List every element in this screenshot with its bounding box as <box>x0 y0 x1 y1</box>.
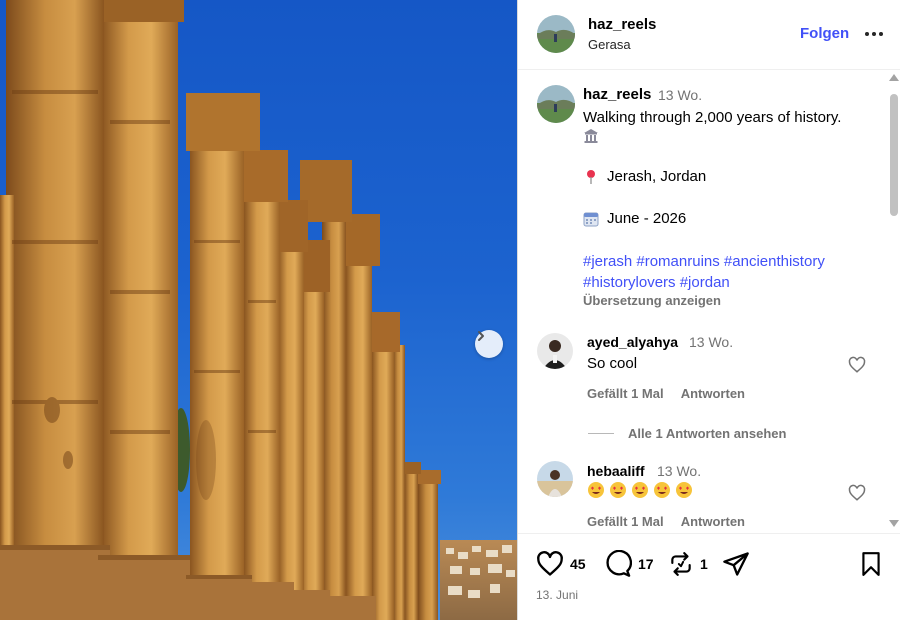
comment-reply-button[interactable]: Antworten <box>681 386 745 401</box>
more-options-button[interactable] <box>862 22 886 46</box>
hashtag-link[interactable]: #romanruins <box>636 253 719 270</box>
caption-location-line: Jerash, Jordan <box>583 168 706 185</box>
caption-text: Walking through 2,000 years of history. <box>583 109 842 126</box>
repost-count[interactable]: 1 <box>700 556 708 572</box>
scroll-down-arrow-icon[interactable] <box>889 520 899 527</box>
classical-building-icon <box>584 129 598 143</box>
caption-date-text: June - 2026 <box>607 210 687 227</box>
commenter-avatar[interactable] <box>537 461 573 497</box>
scrollbar-thumb[interactable] <box>890 94 898 216</box>
avatar-person-icon <box>537 461 573 497</box>
post-sidebar: haz_reels Gerasa Folgen haz_reels 13 Wo.… <box>517 0 900 620</box>
caption-location-text: Jerash, Jordan <box>607 168 707 185</box>
comment-reply-button[interactable]: Antworten <box>681 514 745 529</box>
jerash-columns-photo <box>0 0 517 620</box>
hashtag-link[interactable]: #ancienthistory <box>724 253 825 270</box>
post-location[interactable]: Gerasa <box>588 37 631 52</box>
replies-divider <box>588 433 614 434</box>
commenter-avatar[interactable] <box>537 333 573 369</box>
author-username[interactable]: haz_reels <box>588 16 656 33</box>
heart-eyes-emoji-icon <box>588 482 604 498</box>
author-avatar[interactable] <box>537 15 575 53</box>
post-image[interactable] <box>0 0 517 620</box>
comment-text: So cool <box>587 355 638 372</box>
next-image-button[interactable] <box>475 330 503 358</box>
comment-count[interactable]: 17 <box>638 556 654 572</box>
comment-button[interactable]: 17 <box>604 550 654 578</box>
heart-eyes-emoji-icon <box>654 482 670 498</box>
like-count[interactable]: 45 <box>570 556 586 572</box>
comment-time[interactable]: 13 Wo. <box>689 334 733 350</box>
comments-scrollbar[interactable] <box>886 74 900 532</box>
avatar-landscape-icon <box>537 15 575 53</box>
caption-time[interactable]: 13 Wo. <box>658 87 702 103</box>
hashtag-link[interactable]: #jerash <box>583 253 632 270</box>
heart-outline-icon <box>848 484 866 501</box>
share-button[interactable] <box>722 550 750 578</box>
like-button[interactable]: 45 <box>536 550 586 578</box>
comment-icon <box>606 550 632 577</box>
comment-like-button[interactable] <box>848 484 866 502</box>
comment-username[interactable]: hebaaliff <box>587 463 645 479</box>
comment-emoji-row <box>587 481 693 499</box>
repost-icon <box>671 552 691 576</box>
chevron-right-icon <box>478 331 484 341</box>
caption-hashtags: #jerash #romanruins #ancienthistory #his… <box>583 251 873 293</box>
hashtag-link[interactable]: #jordan <box>680 274 730 291</box>
view-replies-label: Alle 1 Antworten ansehen <box>628 426 787 441</box>
comment-likes[interactable]: Gefällt 1 Mal <box>587 386 664 401</box>
post-actions: 45 17 1 13. Juni <box>518 533 900 620</box>
post-date[interactable]: 13. Juni <box>536 588 578 602</box>
comment-like-button[interactable] <box>848 356 866 374</box>
comment-username[interactable]: ayed_alyahya <box>587 334 678 350</box>
heart-eyes-emoji-icon <box>632 482 648 498</box>
hashtag-link[interactable]: #historylovers <box>583 274 676 291</box>
translate-button[interactable]: Übersetzung anzeigen <box>583 293 721 308</box>
comment-meta: Gefällt 1 Mal Antworten <box>587 386 759 401</box>
comment-likes[interactable]: Gefällt 1 Mal <box>587 514 664 529</box>
avatar-person-icon <box>537 333 573 369</box>
repost-button[interactable]: 1 <box>668 550 708 578</box>
heart-outline-icon <box>848 356 866 373</box>
heart-eyes-emoji-icon <box>610 482 626 498</box>
scroll-up-arrow-icon[interactable] <box>889 74 899 81</box>
calendar-icon <box>583 212 599 226</box>
heart-icon <box>537 551 563 576</box>
heart-eyes-emoji-icon <box>676 482 692 498</box>
comment-meta: Gefällt 1 Mal Antworten <box>587 514 759 529</box>
avatar-landscape-icon <box>537 85 575 123</box>
view-replies-button[interactable]: Alle 1 Antworten ansehen <box>588 426 786 441</box>
caption-username[interactable]: haz_reels <box>583 86 651 103</box>
follow-button[interactable]: Folgen <box>800 25 849 42</box>
caption-emoji-line <box>583 128 599 144</box>
save-button[interactable] <box>858 550 884 578</box>
caption-date-line: June - 2026 <box>583 210 686 227</box>
send-icon <box>723 552 749 576</box>
comments-scroll-area[interactable]: haz_reels 13 Wo. Walking through 2,000 y… <box>518 71 900 533</box>
comment-time[interactable]: 13 Wo. <box>657 463 701 479</box>
round-pushpin-icon <box>587 169 595 184</box>
bookmark-icon <box>862 552 880 576</box>
more-options-icon <box>865 32 883 36</box>
post-header: haz_reels Gerasa Folgen <box>518 0 900 70</box>
caption-avatar[interactable] <box>537 85 575 123</box>
